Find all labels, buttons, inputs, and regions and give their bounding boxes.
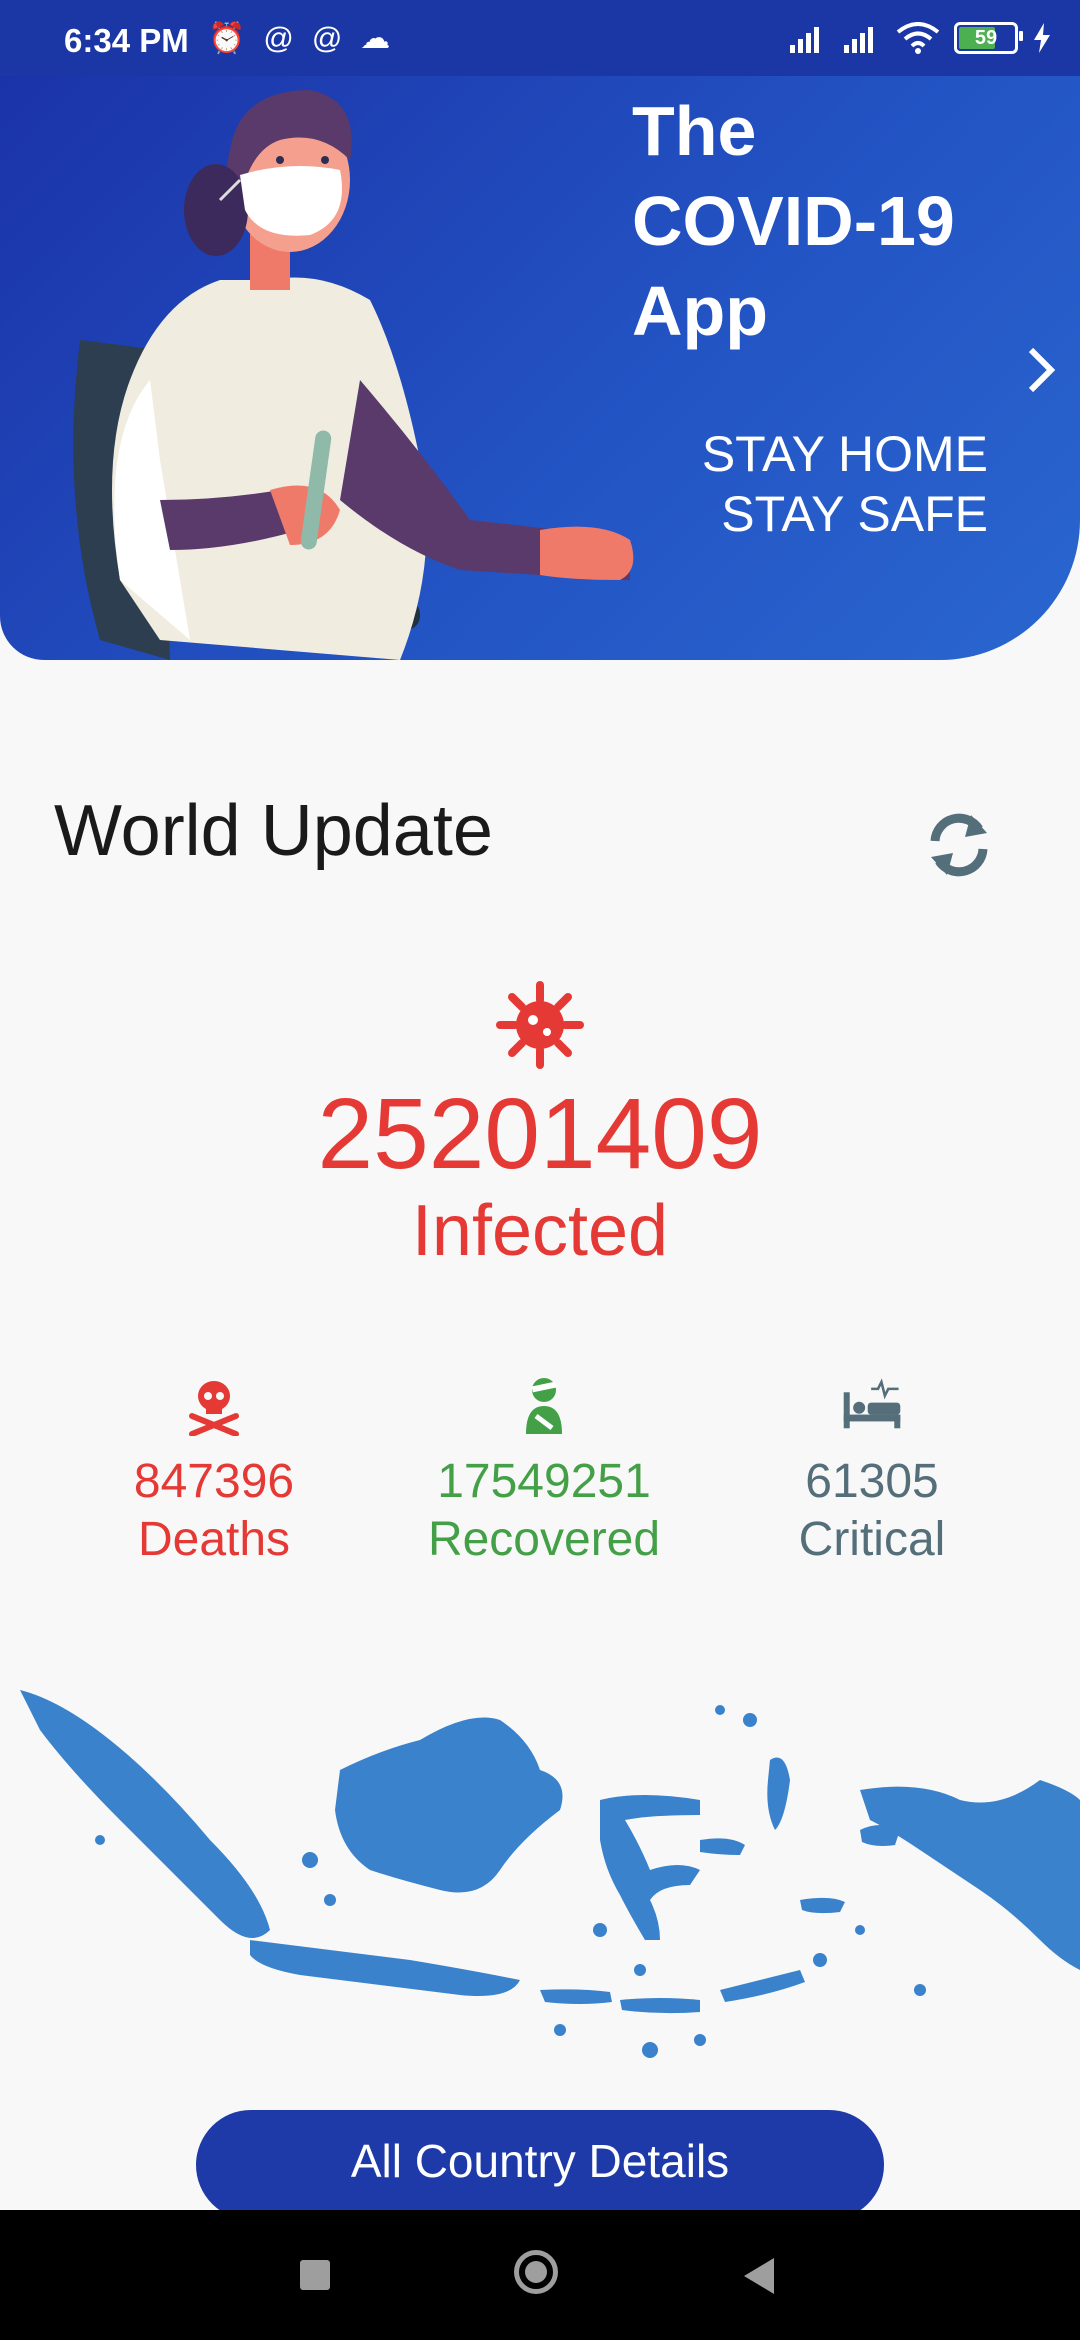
- back-icon[interactable]: [744, 2258, 774, 2294]
- banner-subtitle-line2: STAY SAFE: [721, 486, 988, 542]
- battery-level: 59: [974, 26, 998, 49]
- status-right-icons: 59: [788, 22, 1052, 54]
- stat-recovered: 17549251 Recovered: [394, 1376, 694, 1569]
- infected-summary: 25201409 Infected: [0, 980, 1080, 1273]
- alarm-icon: ⏰: [208, 22, 246, 55]
- status-left-icons: ⏰ @ @ ☁: [208, 22, 390, 56]
- infected-label: Infected: [411, 1191, 669, 1271]
- hospital-bed-icon: [843, 1378, 901, 1429]
- banner-subtitle: STAY HOME STAY SAFE: [702, 424, 988, 544]
- at-sign-icon: @: [263, 22, 294, 55]
- recovered-value: 17549251: [437, 1455, 651, 1508]
- doctor-illustration: [73, 90, 634, 660]
- at-sign-icon: @: [311, 22, 343, 55]
- critical-label: Critical: [798, 1513, 946, 1566]
- recovered-label: Recovered: [427, 1513, 661, 1566]
- status-bar: 6:34 PM ⏰ @ @ ☁ 59: [0, 0, 1080, 76]
- virus-icon: [496, 981, 584, 1069]
- infected-count: 25201409: [317, 1078, 763, 1190]
- header-banner: The COVID-19 App STAY HOME STAY SAFE: [0, 0, 1080, 660]
- signal-icon: [790, 27, 819, 53]
- banner-title: The COVID-19 App: [632, 92, 955, 350]
- banner-subtitle-line1: STAY HOME: [701, 426, 988, 482]
- indonesia-map: [20, 1690, 1080, 2058]
- skull-crossbones-icon: [189, 1381, 239, 1437]
- chevron-right-icon[interactable]: [1016, 340, 1066, 400]
- status-time: 6:34 PM: [64, 22, 189, 59]
- signal-icon: [844, 27, 873, 53]
- charging-icon: [1034, 23, 1050, 53]
- cloud-icon: ☁: [360, 22, 391, 55]
- deaths-value: 847396: [133, 1455, 295, 1508]
- battery-icon: 59: [954, 22, 1023, 54]
- stat-deaths: 847396 Deaths: [64, 1376, 364, 1569]
- home-icon[interactable]: [514, 2250, 558, 2294]
- system-navigation-bar: [0, 2210, 1080, 2340]
- injured-person-icon: [526, 1378, 562, 1434]
- all-country-details-button[interactable]: All Country Details: [196, 2110, 884, 2220]
- refresh-icon[interactable]: [914, 800, 1004, 890]
- critical-value: 61305: [805, 1455, 939, 1508]
- recents-icon[interactable]: [300, 2260, 330, 2290]
- deaths-label: Deaths: [137, 1513, 291, 1566]
- world-update-title: World Update: [54, 791, 493, 871]
- wifi-icon: [896, 22, 940, 54]
- stat-critical: 61305 Critical: [722, 1376, 1022, 1569]
